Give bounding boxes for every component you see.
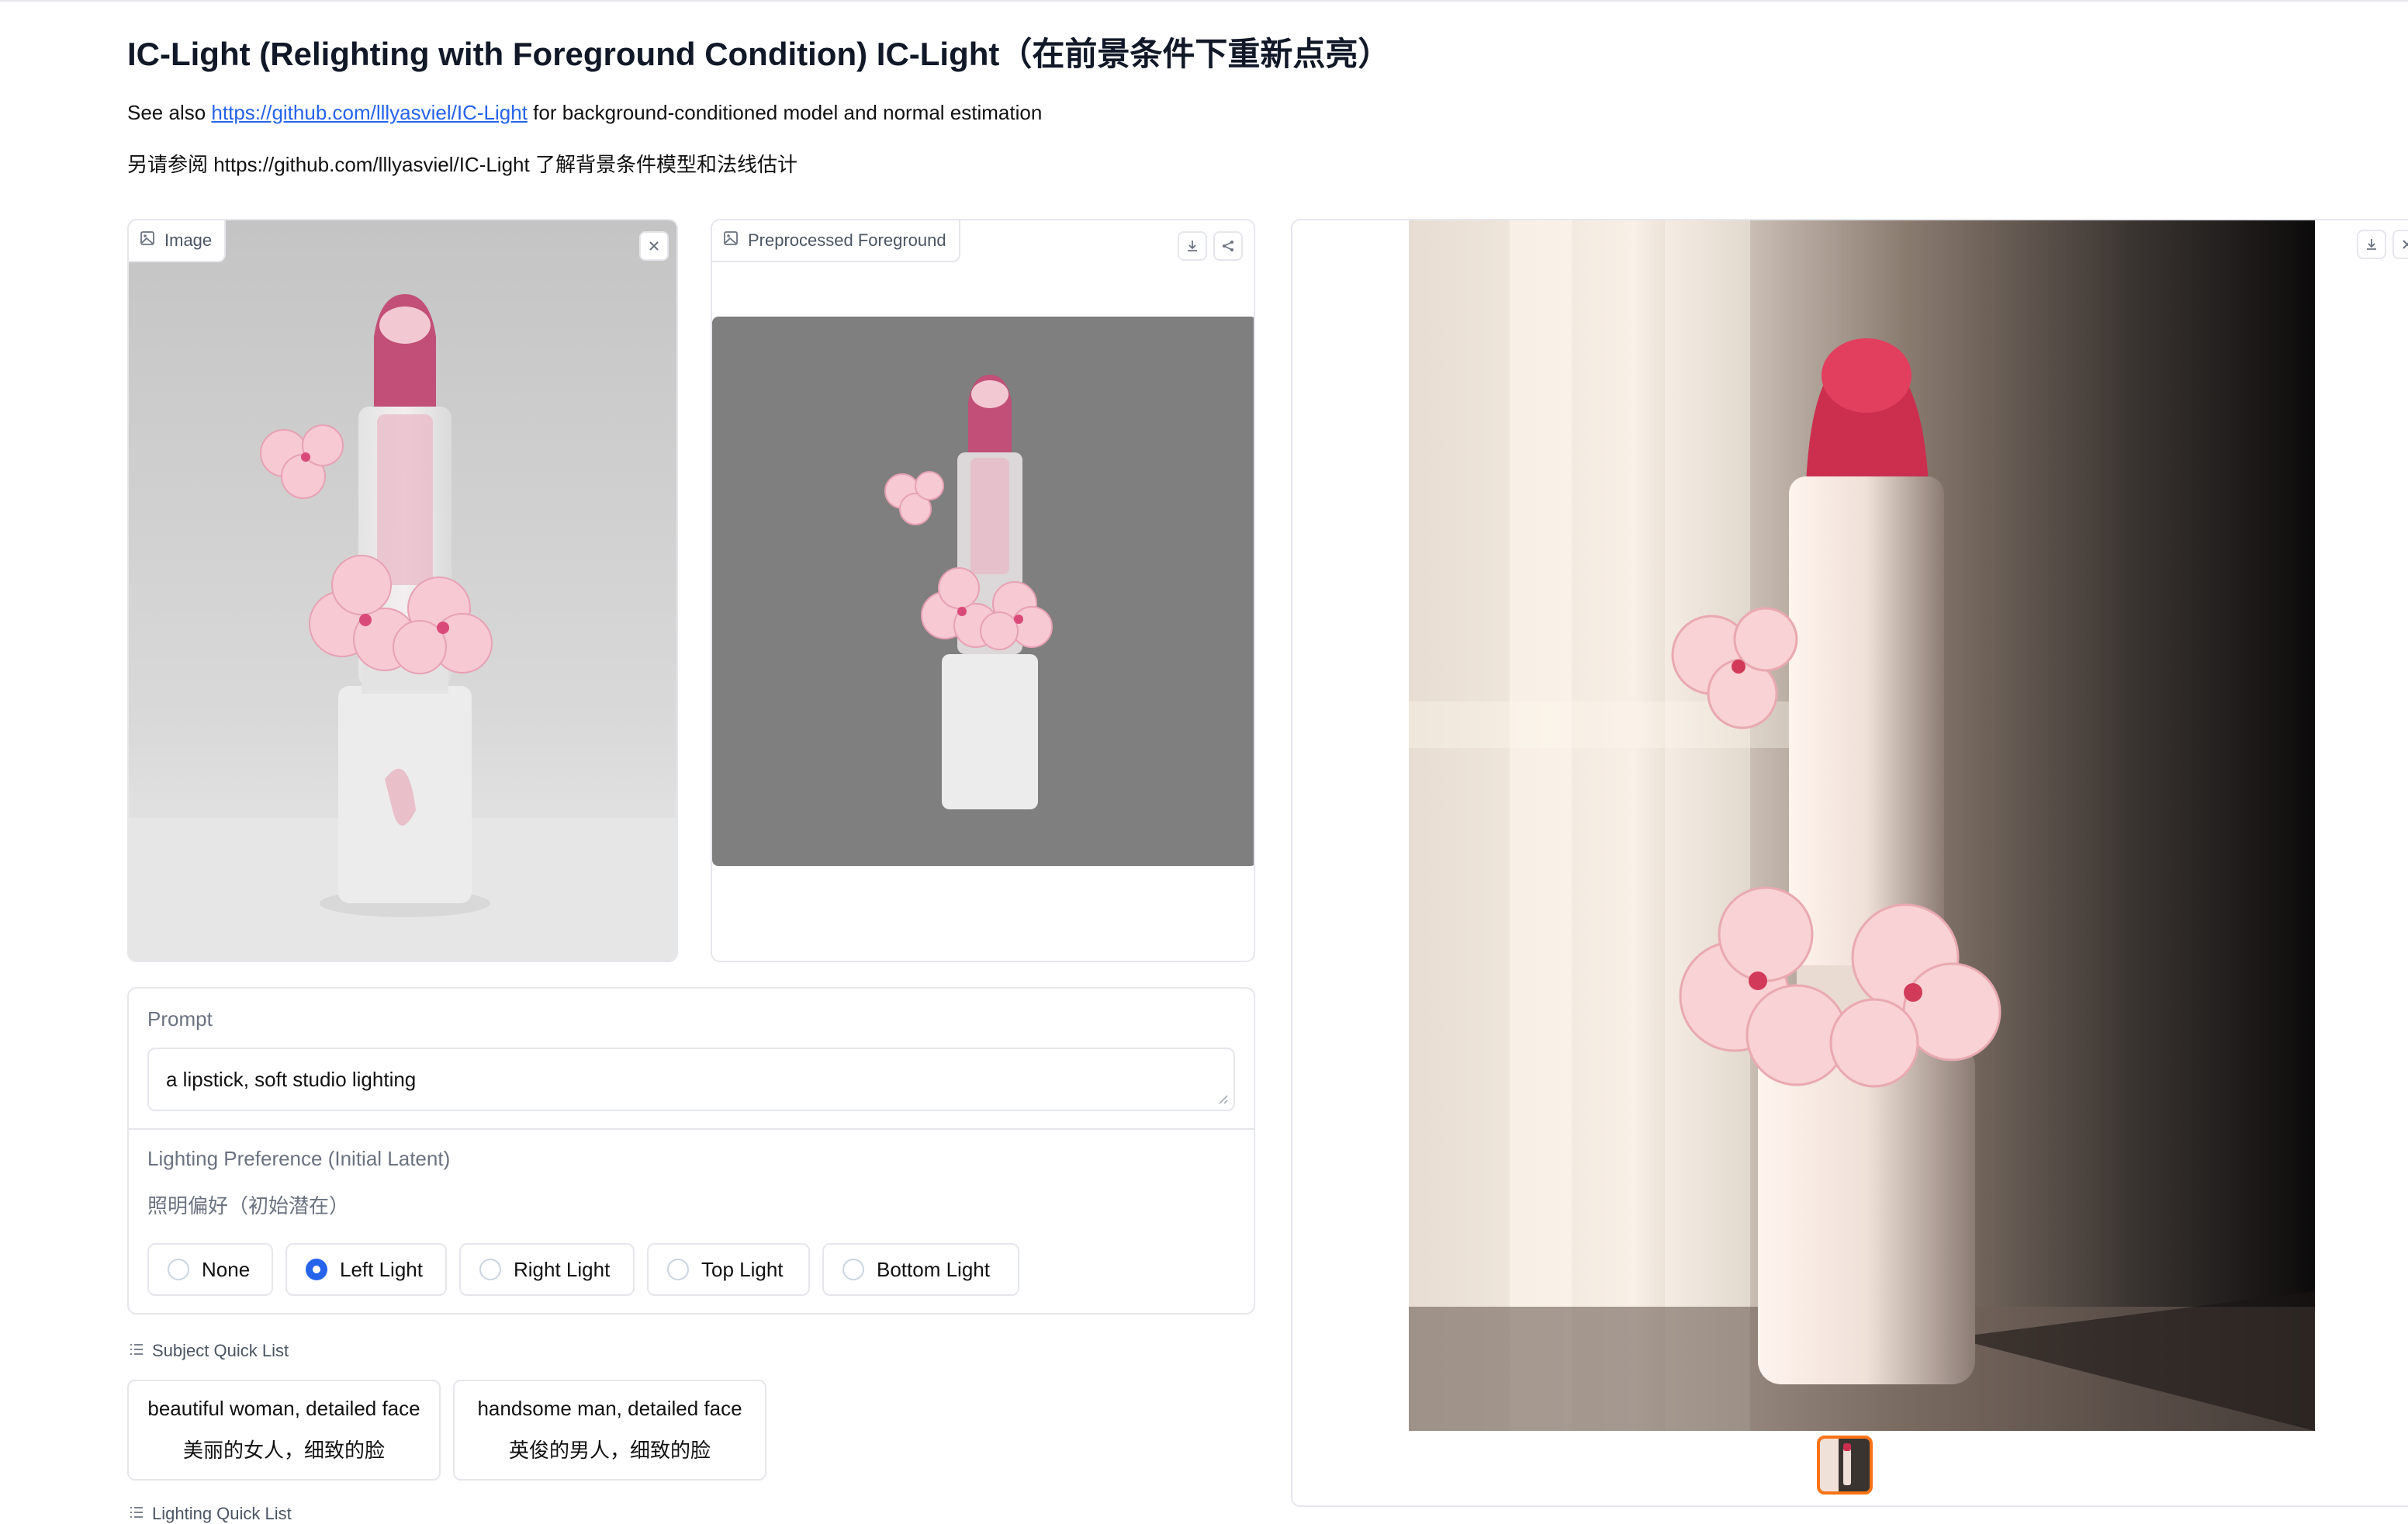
image-label: Image: [129, 220, 227, 262]
list-icon: [129, 1504, 144, 1524]
subject-chip-woman[interactable]: beautiful woman, detailed face 美丽的女人，细致的…: [127, 1380, 441, 1481]
radio-right-light[interactable]: Right Light: [459, 1243, 635, 1296]
close-icon[interactable]: [2392, 230, 2408, 259]
gallery-thumbnail[interactable]: [1817, 1436, 1873, 1495]
see-also-prefix: See also: [127, 101, 212, 124]
close-icon[interactable]: [639, 231, 669, 261]
output-gallery-panel: [1291, 219, 2408, 1507]
see-also-text: See also https://github.com/lllyasviel/I…: [127, 101, 1042, 125]
image-icon: [140, 230, 155, 251]
output-image[interactable]: [1292, 220, 2408, 1507]
radio-none-label: None: [202, 1257, 251, 1281]
prompt-label: Prompt: [147, 1007, 213, 1030]
subject-chip-woman-cn: 美丽的女人，细致的脸: [182, 1439, 385, 1462]
lighting-label: Lighting Preference (Initial Latent): [147, 1147, 451, 1170]
subject-quick-list-header: Subject Quick List: [129, 1341, 289, 1361]
subject-chip-man-en: handsome man, detailed face: [477, 1397, 742, 1420]
radio-none-indicator: [168, 1259, 189, 1280]
radio-bottom-light[interactable]: Bottom Light: [822, 1243, 1019, 1296]
preprocessed-foreground-panel: Preprocessed Foreground: [711, 219, 1255, 962]
radio-top-light[interactable]: Top Light: [647, 1243, 810, 1296]
preprocessed-image: [712, 317, 1254, 866]
preprocessed-label: Preprocessed Foreground: [712, 220, 960, 262]
subject-chip-man[interactable]: handsome man, detailed face 英俊的男人，细致的脸: [453, 1380, 766, 1481]
download-icon[interactable]: [2357, 230, 2386, 259]
radio-right-light-indicator: [479, 1259, 501, 1280]
image-icon: [723, 230, 739, 251]
radio-none[interactable]: None: [147, 1243, 273, 1296]
resize-handle-icon[interactable]: [1216, 1093, 1229, 1105]
see-also-cn-text: 另请参阅 https://github.com/lllyasviel/IC-Li…: [127, 153, 797, 176]
subject-chip-man-cn: 英俊的男人，细致的脸: [508, 1439, 711, 1462]
radio-bottom-light-label: Bottom Light: [877, 1257, 990, 1281]
share-icon[interactable]: [1213, 231, 1243, 261]
input-image: [129, 220, 676, 961]
github-link[interactable]: https://github.com/lllyasviel/IC-Light: [211, 101, 528, 124]
radio-right-light-label: Right Light: [514, 1257, 611, 1281]
divider: [127, 1128, 1255, 1130]
subject-quick-list-label: Subject Quick List: [152, 1341, 289, 1360]
radio-left-light-label: Left Light: [340, 1257, 423, 1281]
lighting-quick-list-header: Lighting Quick List: [129, 1504, 292, 1524]
prompt-textarea[interactable]: a lipstick, soft studio lighting: [147, 1048, 1235, 1111]
download-icon[interactable]: [1178, 231, 1207, 261]
preprocessed-label-text: Preprocessed Foreground: [748, 230, 946, 250]
lighting-label-cn: 照明偏好（初始潜在）: [147, 1194, 350, 1217]
list-icon: [129, 1341, 144, 1361]
page-title: IC-Light (Relighting with Foreground Con…: [127, 36, 1391, 72]
see-also-suffix: for background-conditioned model and nor…: [527, 101, 1043, 124]
radio-top-light-indicator: [667, 1259, 689, 1280]
lighting-quick-list-label: Lighting Quick List: [152, 1504, 292, 1523]
subject-chip-woman-en: beautiful woman, detailed face: [147, 1397, 420, 1420]
radio-left-light-indicator: [306, 1259, 327, 1280]
prompt-value: a lipstick, soft studio lighting: [166, 1067, 417, 1091]
radio-bottom-light-indicator: [842, 1259, 864, 1280]
radio-top-light-label: Top Light: [701, 1257, 784, 1281]
radio-left-light[interactable]: Left Light: [285, 1243, 447, 1296]
image-label-text: Image: [164, 230, 213, 250]
image-input-panel[interactable]: Image: [127, 219, 678, 962]
